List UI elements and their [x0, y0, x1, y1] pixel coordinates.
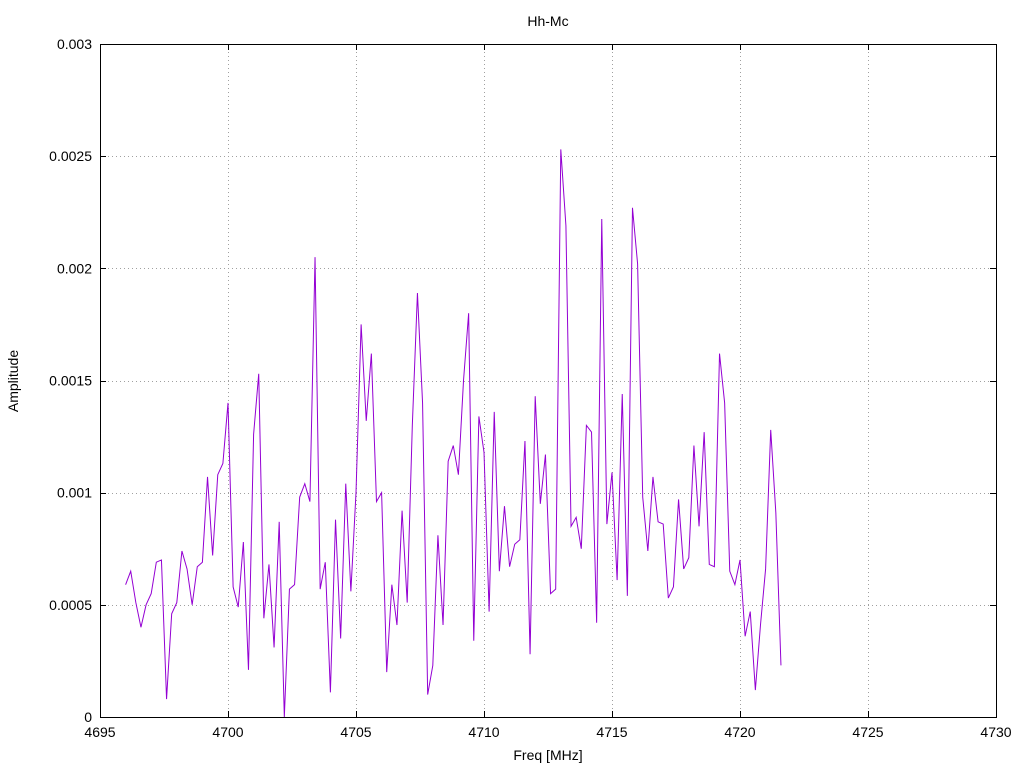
- y-tick-label: 0.0015: [49, 373, 92, 389]
- y-tick-label: 0.001: [57, 485, 92, 501]
- x-tick-label: 4695: [84, 724, 115, 740]
- y-tick-label: 0.0005: [49, 597, 92, 613]
- chart-title: Hh-Mc: [527, 13, 568, 29]
- x-tick-label: 4720: [724, 724, 755, 740]
- x-axis-title: Freq [MHz]: [513, 747, 582, 763]
- y-tick-label: 0.0025: [49, 148, 92, 164]
- y-axis-title: Amplitude: [5, 350, 21, 412]
- series-line: [125, 149, 782, 718]
- x-tick-label: 4700: [212, 724, 243, 740]
- y-tick-label: 0.003: [57, 36, 92, 52]
- series-layer: [125, 149, 782, 718]
- x-tick-label: 4705: [340, 724, 371, 740]
- x-tick-label: 4725: [852, 724, 883, 740]
- x-tick-label: 4715: [596, 724, 627, 740]
- y-tick-label: 0: [84, 709, 92, 725]
- x-tick-label: 4730: [980, 724, 1011, 740]
- x-tick-label: 4710: [468, 724, 499, 740]
- line-chart: 4695 4700 4705 4710 4715 4720 4725 4730 0 0.0005 0…: [5, 13, 1012, 763]
- y-tick-label: 0.002: [57, 260, 92, 276]
- grid: [100, 44, 996, 717]
